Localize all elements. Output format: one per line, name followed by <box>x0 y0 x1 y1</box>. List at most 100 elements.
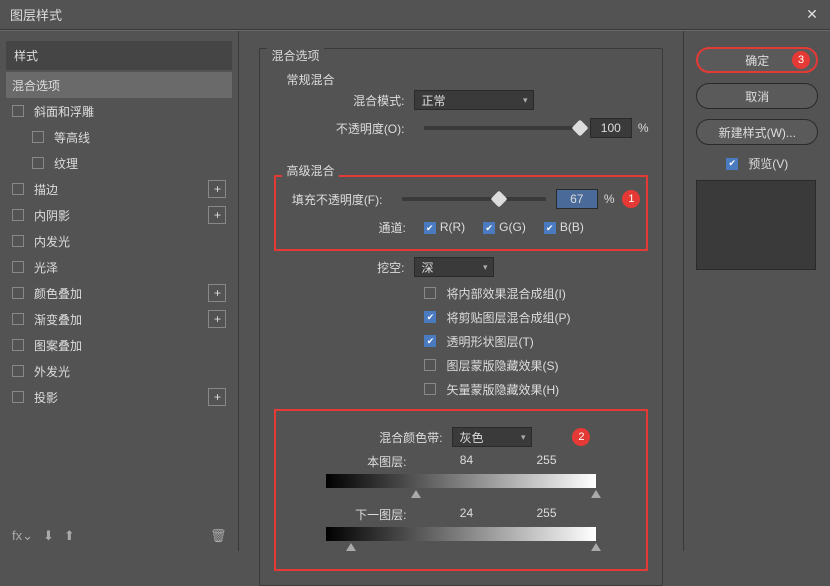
fill-opacity-slider[interactable] <box>402 197 545 201</box>
style-item[interactable]: 光泽 <box>6 254 232 280</box>
style-item[interactable]: 斜面和浮雕 <box>6 98 232 124</box>
style-checkbox[interactable] <box>12 261 24 273</box>
fx-icon[interactable]: fx⌄ <box>12 528 33 544</box>
cancel-button[interactable]: 取消 <box>696 83 818 109</box>
style-label: 渐变叠加 <box>34 311 208 328</box>
style-item[interactable]: 外发光 <box>6 358 232 384</box>
channel-g-checkbox[interactable] <box>483 222 495 234</box>
knockout-label: 挖空: <box>274 259 414 276</box>
style-checkbox[interactable] <box>12 391 24 403</box>
style-item[interactable]: 混合选项 <box>6 72 232 98</box>
option-label: 将剪贴图层混合成组(P) <box>446 309 570 326</box>
option-checkbox[interactable] <box>424 383 436 395</box>
style-checkbox[interactable] <box>12 183 24 195</box>
option-label: 矢量蒙版隐藏效果(H) <box>446 381 559 398</box>
add-effect-icon[interactable]: + <box>208 284 226 302</box>
actions-panel: 确定 3 取消 新建样式(W)... 预览(V) <box>683 31 830 551</box>
add-effect-icon[interactable]: + <box>208 180 226 198</box>
style-label: 混合选项 <box>12 77 226 94</box>
style-checkbox[interactable] <box>12 339 24 351</box>
arrow-up-icon[interactable]: ⬆ <box>64 528 75 544</box>
arrow-down-icon[interactable]: ⬇ <box>43 528 54 544</box>
chevron-down-icon: ▾ <box>483 262 488 273</box>
preview-toggle[interactable]: 预览(V) <box>696 155 818 172</box>
option-label: 将内部效果混合成组(I) <box>446 285 565 302</box>
style-checkbox[interactable] <box>32 131 44 143</box>
section-title: 混合选项 <box>267 47 323 64</box>
blend-mode-label: 混合模式: <box>274 92 414 109</box>
blendif-select[interactable]: 灰色▾ <box>452 427 532 447</box>
option-checkbox[interactable] <box>424 359 436 371</box>
style-item[interactable]: 描边+ <box>6 176 232 202</box>
style-item[interactable]: 内发光 <box>6 228 232 254</box>
style-label: 等高线 <box>54 129 226 146</box>
add-effect-icon[interactable]: + <box>208 206 226 224</box>
knockout-select[interactable]: 深▾ <box>414 257 494 277</box>
channel-b-checkbox[interactable] <box>544 222 556 234</box>
style-item[interactable]: 颜色叠加+ <box>6 280 232 306</box>
chevron-down-icon: ▾ <box>523 95 528 106</box>
style-item[interactable]: 渐变叠加+ <box>6 306 232 332</box>
add-effect-icon[interactable]: + <box>208 388 226 406</box>
style-checkbox[interactable] <box>12 313 24 325</box>
style-checkbox[interactable] <box>32 157 44 169</box>
chevron-down-icon: ▾ <box>521 432 526 443</box>
style-checkbox[interactable] <box>12 287 24 299</box>
style-label: 外发光 <box>34 363 226 380</box>
style-label: 光泽 <box>34 259 226 276</box>
style-checkbox[interactable] <box>12 209 24 221</box>
channel-r-checkbox[interactable] <box>424 222 436 234</box>
style-label: 纹理 <box>54 155 226 172</box>
option-label: 透明形状图层(T) <box>446 333 533 350</box>
under-layer-label: 下一图层: <box>326 506 426 523</box>
style-label: 颜色叠加 <box>34 285 208 302</box>
blend-mode-select[interactable]: 正常▾ <box>414 90 534 110</box>
style-item[interactable]: 图案叠加 <box>6 332 232 358</box>
option-label: 图层蒙版隐藏效果(S) <box>446 357 558 374</box>
styles-panel: 样式 混合选项斜面和浮雕等高线纹理描边+内阴影+内发光光泽颜色叠加+渐变叠加+图… <box>0 31 239 551</box>
options-panel: 混合选项 常规混合 混合模式: 正常▾ 不透明度(O): 100 % 高级混合 <box>239 31 683 551</box>
titlebar: 图层样式 ✕ <box>0 0 830 30</box>
style-label: 投影 <box>34 389 208 406</box>
this-layer-gradient[interactable] <box>326 474 596 488</box>
style-item[interactable]: 投影+ <box>6 384 232 410</box>
new-style-button[interactable]: 新建样式(W)... <box>696 119 818 145</box>
opacity-slider[interactable] <box>424 126 579 130</box>
callout-1: 1 <box>622 190 640 208</box>
preview-checkbox[interactable] <box>726 158 738 170</box>
this-layer-high: 255 <box>506 453 586 470</box>
style-item[interactable]: 等高线 <box>6 124 232 150</box>
add-effect-icon[interactable]: + <box>208 310 226 328</box>
style-item[interactable]: 内阴影+ <box>6 202 232 228</box>
style-label: 描边 <box>34 181 208 198</box>
option-checkbox[interactable] <box>424 287 436 299</box>
dialog-title: 图层样式 <box>10 5 804 24</box>
ok-button[interactable]: 确定 3 <box>696 47 818 73</box>
style-label: 内阴影 <box>34 207 208 224</box>
fill-opacity-input[interactable]: 67 <box>556 189 598 209</box>
style-list: 混合选项斜面和浮雕等高线纹理描边+内阴影+内发光光泽颜色叠加+渐变叠加+图案叠加… <box>6 72 232 521</box>
style-checkbox[interactable] <box>12 365 24 377</box>
option-checkbox[interactable] <box>424 335 436 347</box>
styles-header: 样式 <box>6 41 232 70</box>
style-checkbox[interactable] <box>12 105 24 117</box>
close-icon[interactable]: ✕ <box>804 6 820 23</box>
preview-swatch <box>696 180 816 270</box>
this-layer-label: 本图层: <box>326 453 426 470</box>
callout-3: 3 <box>792 51 810 69</box>
styles-footer: fx⌄ ⬇ ⬆ 🗑 <box>6 521 232 551</box>
normal-blend-title: 常规混合 <box>282 71 338 88</box>
opacity-input[interactable]: 100 <box>590 118 632 138</box>
under-layer-high: 255 <box>506 506 586 523</box>
style-checkbox[interactable] <box>12 235 24 247</box>
trash-icon[interactable]: 🗑 <box>210 528 227 544</box>
under-layer-gradient[interactable] <box>326 527 596 541</box>
style-item[interactable]: 纹理 <box>6 150 232 176</box>
under-layer-low: 24 <box>426 506 506 523</box>
advanced-blend-title: 高级混合 <box>282 162 338 179</box>
callout-2: 2 <box>572 428 590 446</box>
blendif-label: 混合颜色带: <box>332 429 452 446</box>
opacity-label: 不透明度(O): <box>274 120 414 137</box>
fill-opacity-label: 填充不透明度(F): <box>282 191 392 208</box>
option-checkbox[interactable] <box>424 311 436 323</box>
